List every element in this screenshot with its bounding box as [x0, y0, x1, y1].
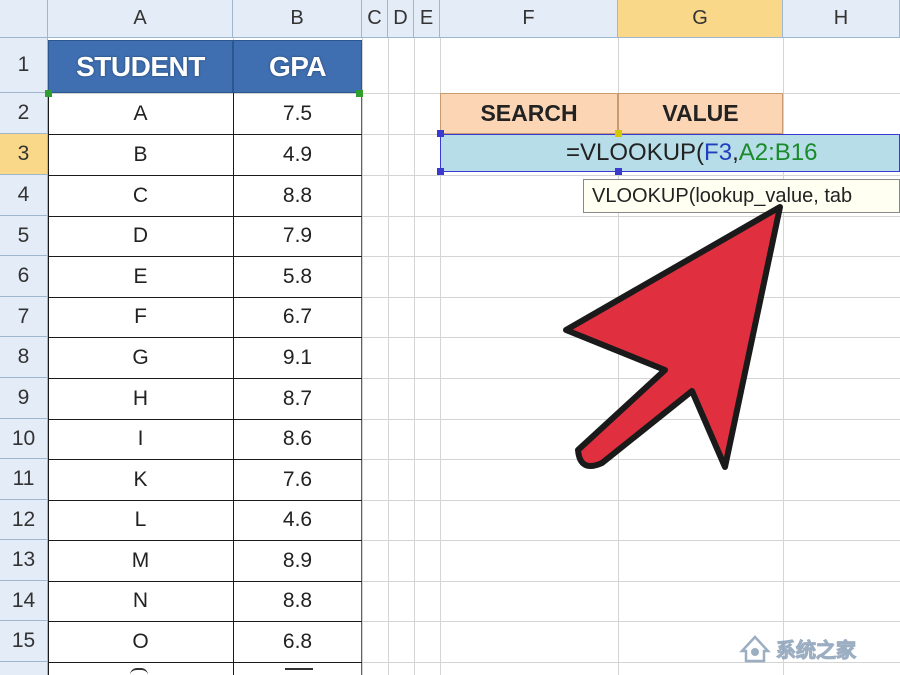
student-cell[interactable]: N — [48, 581, 233, 621]
formula-cell[interactable]: =VLOOKUP(F3, A2:B16 — [440, 134, 900, 172]
row-header-5[interactable]: 5 — [0, 216, 48, 256]
pointer-arrow-icon — [563, 204, 783, 470]
table-row-line — [48, 378, 362, 379]
gpa-cell[interactable]: 7.6 — [233, 459, 362, 500]
row-header-1[interactable]: 1 — [0, 38, 48, 93]
column-header-g[interactable]: G — [618, 0, 783, 38]
student-cell[interactable]: I — [48, 419, 233, 459]
gpa-cell[interactable]: 9.1 — [233, 337, 362, 378]
row-header-12[interactable]: 12 — [0, 500, 48, 540]
ref-handle[interactable] — [615, 168, 622, 175]
gpa-cell[interactable]: 7.5 — [233, 93, 362, 134]
ref-handle[interactable] — [437, 168, 444, 175]
row-header-15[interactable]: 15 — [0, 621, 48, 662]
select-all-corner[interactable] — [0, 0, 48, 38]
row-header-10[interactable]: 10 — [0, 419, 48, 459]
gpa-cell[interactable]: 8.8 — [233, 581, 362, 621]
gpa-cell[interactable]: 8.8 — [233, 175, 362, 216]
column-header-h[interactable]: H — [783, 0, 900, 38]
student-header[interactable]: STUDENT — [48, 40, 233, 93]
gpa-cell[interactable]: 7.9 — [233, 216, 362, 256]
student-cell[interactable]: O — [48, 621, 233, 662]
value-header[interactable]: VALUE — [618, 93, 783, 134]
search-header[interactable]: SEARCH — [440, 93, 618, 134]
column-header-d[interactable]: D — [388, 0, 414, 38]
table-row-line — [48, 500, 362, 501]
row-header-2[interactable]: 2 — [0, 93, 48, 134]
gpa-cell[interactable]: 8.7 — [233, 378, 362, 419]
column-header-c[interactable]: C — [362, 0, 388, 38]
student-cell[interactable]: L — [48, 500, 233, 540]
ref-handle[interactable] — [437, 130, 444, 137]
gpa-cell[interactable]: 6.8 — [233, 621, 362, 662]
formula-ref-range: A2:B16 — [738, 139, 818, 166]
row-header-14[interactable]: 14 — [0, 581, 48, 621]
student-cell[interactable]: B — [48, 134, 233, 175]
ref-handle[interactable] — [615, 130, 622, 137]
table-row-line — [48, 134, 362, 135]
column-header-e[interactable]: E — [414, 0, 440, 38]
watermark: 系统之家 — [738, 628, 898, 668]
student-cell[interactable]: C — [48, 175, 233, 216]
table-row-line — [48, 297, 362, 298]
gpa-cell[interactable]: 4.6 — [233, 500, 362, 540]
gpa-cell[interactable]: 6.7 — [233, 297, 362, 337]
column-header-a[interactable]: A — [48, 0, 233, 38]
student-cell[interactable]: K — [48, 459, 233, 500]
table-row-line — [48, 459, 362, 460]
table-row-line — [48, 540, 362, 541]
student-cell[interactable]: F — [48, 297, 233, 337]
student-cell[interactable]: D — [48, 216, 233, 256]
student-cell[interactable]: M — [48, 540, 233, 581]
range-handle[interactable] — [45, 90, 52, 97]
gpa-cell[interactable]: 4.9 — [233, 134, 362, 175]
row-header-6[interactable]: 6 — [0, 256, 48, 297]
gpa-cell[interactable]: 8.9 — [233, 540, 362, 581]
table-row-line — [48, 337, 362, 338]
formula-prefix: =VLOOKUP( — [566, 139, 705, 166]
partial-cell-glyph — [285, 668, 313, 675]
table-row-line — [48, 662, 362, 663]
table-row-line — [48, 419, 362, 420]
table-row-line — [48, 581, 362, 582]
table-row-line — [48, 216, 362, 217]
student-cell[interactable]: E — [48, 256, 233, 297]
formula-separator: , — [732, 139, 739, 166]
student-cell[interactable]: A — [48, 93, 233, 134]
student-cell[interactable]: G — [48, 337, 233, 378]
gpa-cell[interactable]: 5.8 — [233, 256, 362, 297]
row-header-4[interactable]: 4 — [0, 175, 48, 216]
row-header-8[interactable]: 8 — [0, 337, 48, 378]
column-header-f[interactable]: F — [440, 0, 618, 38]
row-header-7[interactable]: 7 — [0, 297, 48, 337]
formula-ref-f3: F3 — [704, 139, 733, 166]
table-row-line — [48, 256, 362, 257]
row-header-11[interactable]: 11 — [0, 459, 48, 500]
student-cell[interactable]: H — [48, 378, 233, 419]
row-header-13[interactable]: 13 — [0, 540, 48, 581]
row-header-3[interactable]: 3 — [0, 134, 48, 175]
gpa-cell[interactable]: 8.6 — [233, 419, 362, 459]
row-header-9[interactable]: 9 — [0, 378, 48, 419]
gpa-header[interactable]: GPA — [233, 40, 362, 93]
range-handle[interactable] — [356, 90, 363, 97]
table-row-line — [48, 175, 362, 176]
watermark-logo-icon — [739, 635, 771, 663]
column-header-b[interactable]: B — [233, 0, 362, 38]
row-header-16-partial[interactable] — [0, 662, 48, 675]
watermark-text: 系统之家 — [776, 637, 857, 662]
partial-cell-glyph — [130, 668, 148, 675]
table-row-line — [48, 621, 362, 622]
